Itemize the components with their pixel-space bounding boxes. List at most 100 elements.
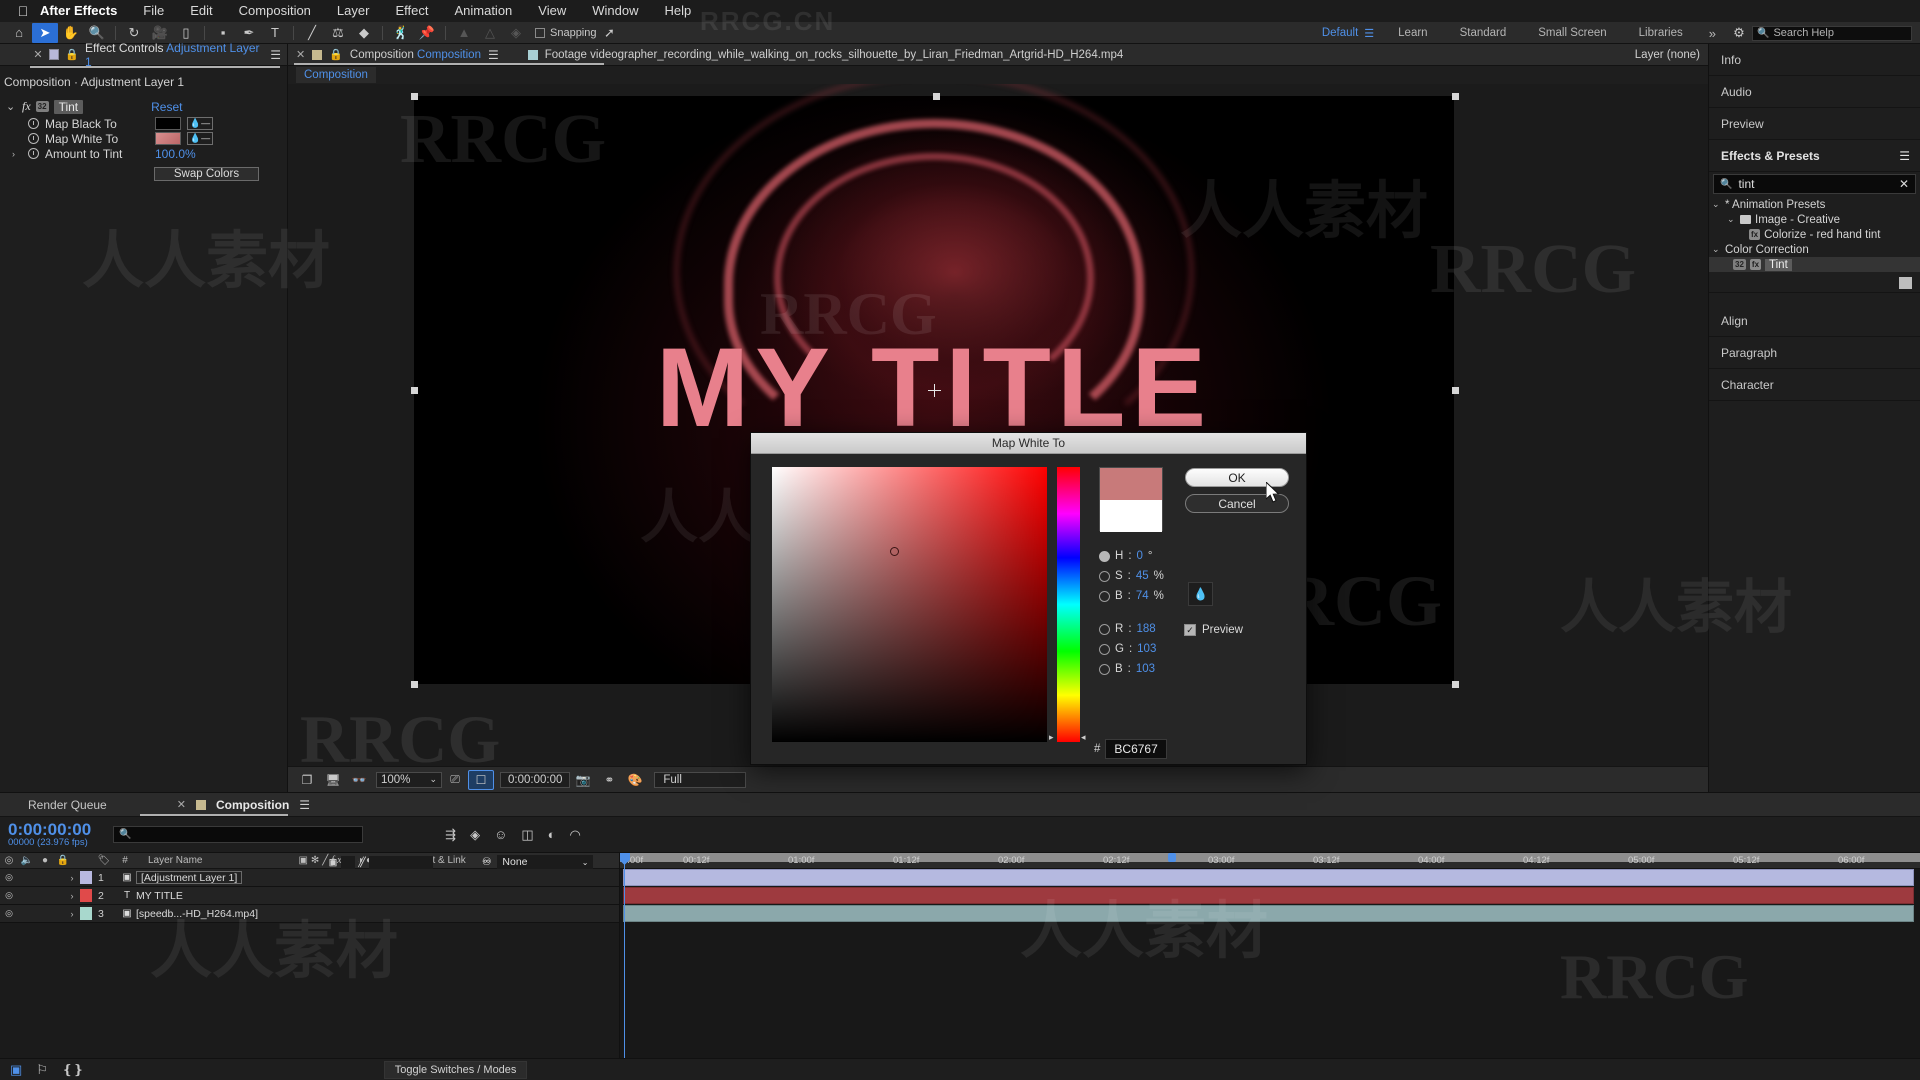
layer-color-swatch[interactable] <box>80 871 92 884</box>
home-icon[interactable]: ⌂ <box>6 23 32 43</box>
menu-item-layer[interactable]: Layer <box>324 0 383 22</box>
text-tool-icon[interactable]: T <box>262 23 288 43</box>
search-help-input[interactable]: 🔍 Search Help <box>1752 25 1912 41</box>
radio-brightness[interactable] <box>1099 590 1110 602</box>
close-icon[interactable]: ✕ <box>33 48 42 61</box>
menu-item-animation[interactable]: Animation <box>441 0 525 22</box>
video-toggle-icon[interactable]: ◎ <box>0 890 18 901</box>
show-channel-color-icon[interactable]: 🎨 <box>622 770 648 790</box>
menu-item-window[interactable]: Window <box>579 0 651 22</box>
workspace-settings-icon[interactable]: ⚙ <box>1726 23 1752 43</box>
panel-menu-icon[interactable]: ☰ <box>1899 149 1910 163</box>
selection-handle-mr[interactable] <box>1452 387 1459 394</box>
selection-handle-tc[interactable] <box>933 93 940 100</box>
hex-row[interactable]: # BC6767 <box>1094 739 1167 759</box>
layer-name[interactable]: MY TITLE <box>136 890 183 902</box>
show-snapshot-icon[interactable]: ⚭ <box>596 770 622 790</box>
map-black-to-swatch[interactable] <box>155 117 181 130</box>
time-ruler[interactable]: 0:00f 00:12f 01:00f 01:12f 02:00f 02:12f… <box>620 853 1920 869</box>
amount-to-tint-value[interactable]: 100.0% <box>155 147 196 161</box>
frame-render-time-icon[interactable]: ⚐ <box>36 1062 48 1078</box>
field-red[interactable]: R: 188 <box>1099 623 1156 635</box>
puppet-bend-tool-icon[interactable]: ◈ <box>503 23 529 43</box>
preview-checkbox[interactable]: ✓ <box>1184 624 1196 636</box>
toggle-switches-modes-button[interactable]: Toggle Switches / Modes <box>383 1060 528 1079</box>
video-toggle-icon[interactable]: ◎ <box>0 872 18 883</box>
field-value[interactable]: 74 <box>1136 590 1149 602</box>
table-row[interactable]: ◎ › 2 T MY TITLE ▣ ✻ ╱ <box>0 855 619 905</box>
show-channel-icon[interactable]: 🖥 <box>320 770 346 790</box>
workspace-overflow-icon[interactable]: » <box>1699 26 1726 41</box>
chevron-right-icon[interactable]: › <box>64 909 80 919</box>
graph-editor-icon[interactable]: ◠ <box>570 827 581 843</box>
zoom-level-select[interactable]: 100% ⌄ <box>376 771 442 788</box>
swap-colors-button[interactable]: Swap Colors <box>154 167 259 181</box>
workspace-small-screen[interactable]: Small Screen <box>1522 27 1622 39</box>
menu-item-effect[interactable]: Effect <box>382 0 441 22</box>
3d-glasses-icon[interactable]: 👓 <box>346 770 372 790</box>
property-row-map-white-to[interactable]: Map White To 💧— <box>0 131 287 146</box>
panel-audio[interactable]: Audio <box>1709 76 1920 108</box>
new-folder-icon[interactable] <box>1899 276 1912 289</box>
layer-color-swatch[interactable] <box>80 907 92 920</box>
clone-stamp-tool-icon[interactable]: ⚖ <box>325 23 351 43</box>
footage-tab-label[interactable]: Footage videographer_recording_while_wal… <box>545 49 1124 61</box>
resolution-select[interactable]: Full <box>654 771 747 788</box>
table-row[interactable]: ◎ › 1 ▣ [Adjustment Layer 1] ▣ ╱ fx ◑ <box>0 855 619 887</box>
workspace-default[interactable]: Default <box>1306 27 1362 39</box>
eraser-tool-icon[interactable]: ◆ <box>351 23 377 43</box>
snapping-toggle[interactable]: Snapping <box>535 27 597 39</box>
collapse-toggle[interactable] <box>341 855 355 869</box>
stopwatch-icon[interactable] <box>28 133 39 144</box>
breadcrumb-item[interactable]: Composition <box>296 67 376 83</box>
composition-tab-label[interactable]: Composition Composition <box>350 49 481 61</box>
radio-blue[interactable] <box>1099 663 1110 675</box>
panel-character[interactable]: Character <box>1709 369 1920 401</box>
toggle-switches-modes-icon[interactable]: ▣ <box>10 1062 22 1078</box>
shy-icon[interactable]: ▣ <box>326 857 340 868</box>
work-area-end-handle[interactable] <box>1168 853 1176 862</box>
hue-slider[interactable] <box>1057 467 1080 742</box>
radio-green[interactable] <box>1099 643 1110 655</box>
property-row-amount-to-tint[interactable]: › Amount to Tint 100.0% <box>0 146 287 161</box>
current-time-display[interactable]: 0:00:00:00 00000 (23.976 fps) <box>8 820 91 849</box>
hand-tool-icon[interactable]: ✋ <box>58 23 84 43</box>
layer-bar-3[interactable] <box>623 905 1914 922</box>
selection-handle-tl[interactable] <box>411 93 418 100</box>
lock-icon[interactable]: 🔒 <box>65 48 79 61</box>
color-picker-dialog[interactable]: Map White To ▸ ◂ OK Cancel H: 0 ° S: 45… <box>750 432 1307 765</box>
field-value[interactable]: 45 <box>1136 570 1149 582</box>
frame-blend-toggle[interactable] <box>387 855 401 869</box>
layer-color-swatch[interactable] <box>80 889 92 902</box>
panel-paragraph[interactable]: Paragraph <box>1709 337 1920 369</box>
menu-item-view[interactable]: View <box>525 0 579 22</box>
map-white-to-eyedropper-icon[interactable]: 💧— <box>187 132 213 145</box>
chevron-down-icon[interactable]: ⌄ <box>1727 214 1736 225</box>
saturation-value-field[interactable] <box>772 467 1047 742</box>
menu-item-edit[interactable]: Edit <box>177 0 225 22</box>
snapping-checkbox[interactable] <box>535 27 545 38</box>
radio-hue[interactable] <box>1099 550 1110 562</box>
parent-link-cell[interactable]: ♾ None ⌄ <box>482 853 594 871</box>
layer-name[interactable]: [Adjustment Layer 1] <box>136 871 243 884</box>
effects-toggle[interactable] <box>371 855 385 869</box>
parent-pickwhip-icon[interactable]: ♾ <box>482 856 491 868</box>
property-row-map-black-to[interactable]: Map Black To 💧— <box>0 116 287 131</box>
composition-mini-flowchart-icon[interactable]: ⇶ <box>445 827 456 843</box>
effect-controls-tab-label[interactable]: Effect Controls Adjustment Layer 1 <box>85 41 264 69</box>
chevron-down-icon[interactable]: ⌄ <box>6 100 17 113</box>
apple-icon[interactable]:  <box>10 3 36 19</box>
panel-effects-presets-header[interactable]: Effects & Presets ☰ <box>1709 140 1920 172</box>
effect-name[interactable]: Tint <box>53 99 84 114</box>
chevron-right-icon[interactable]: › <box>64 891 80 901</box>
stopwatch-icon[interactable] <box>28 118 39 129</box>
table-row[interactable]: ◎ › 3 ▣ [speedb...-HD_H264.mp4] ▣ ╱ ♾ No… <box>0 855 619 923</box>
always-preview-icon[interactable]: ❐ <box>294 770 320 790</box>
work-area-bar[interactable] <box>620 853 1920 862</box>
motion-blur-toggle[interactable] <box>403 855 417 869</box>
layer-name[interactable]: [speedb...-HD_H264.mp4] <box>136 908 258 920</box>
panel-preview[interactable]: Preview <box>1709 108 1920 140</box>
hex-input[interactable]: BC6767 <box>1105 739 1167 759</box>
anchor-point-icon[interactable] <box>928 384 941 397</box>
field-value[interactable]: 103 <box>1136 663 1155 675</box>
